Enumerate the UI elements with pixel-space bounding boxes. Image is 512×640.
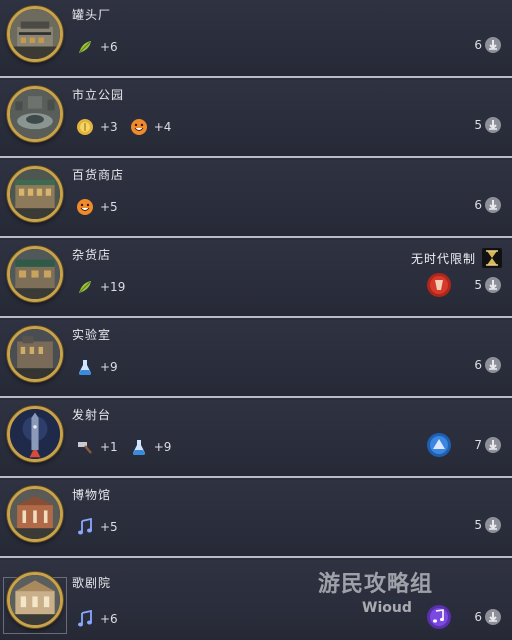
building-name: 百货商店 <box>72 168 125 182</box>
yield-value: +5 <box>100 200 118 214</box>
building-portrait <box>7 326 63 382</box>
yield-value: +6 <box>100 612 118 626</box>
building-name: 市立公园 <box>72 88 125 102</box>
yield-list: +5 <box>76 516 124 538</box>
building-name: 罐头厂 <box>72 8 112 22</box>
cost-value: 6 <box>474 198 482 212</box>
cost-icon <box>484 196 502 214</box>
cost-value: 5 <box>474 118 482 132</box>
yield-value: +4 <box>153 120 172 134</box>
building-portrait <box>7 86 63 142</box>
building-name: 杂货店 <box>72 248 112 262</box>
cost-icon <box>484 436 502 454</box>
building-name: 歌剧院 <box>72 576 112 590</box>
building-portrait <box>7 6 63 62</box>
food-icon <box>76 38 94 56</box>
yield-value: +5 <box>100 520 118 534</box>
science-icon <box>130 438 148 456</box>
building-row[interactable]: 实验室 +9 6 <box>0 320 512 398</box>
yield-list: +3 +4 <box>76 116 177 138</box>
cost-value: 6 <box>474 38 482 52</box>
cost-value: 6 <box>474 610 482 624</box>
purple-culture-badge <box>426 604 452 630</box>
food-icon <box>76 278 94 296</box>
cost-icon <box>484 516 502 534</box>
yield-list: +5 <box>76 196 124 218</box>
building-portrait <box>7 572 63 628</box>
gold-icon <box>76 118 94 136</box>
building-row[interactable]: 市立公园 +3 +4 5 <box>0 80 512 158</box>
yield-value: +19 <box>100 280 126 294</box>
building-row[interactable]: 歌剧院 +6 6 <box>0 560 512 640</box>
yield-value: +1 <box>100 440 118 454</box>
era-note: 无时代限制 <box>410 252 476 266</box>
yield-list: +19 <box>76 276 131 298</box>
cost-value: 5 <box>474 518 482 532</box>
yield-list: +9 <box>76 356 124 378</box>
science-icon <box>76 358 94 376</box>
hourglass-icon <box>482 248 502 268</box>
red-faction-badge <box>426 272 452 298</box>
cost-icon <box>484 276 502 294</box>
cost-value: 6 <box>474 358 482 372</box>
cost-icon <box>484 608 502 626</box>
building-name: 发射台 <box>72 408 112 422</box>
yield-list: +6 <box>76 36 124 58</box>
building-row[interactable]: 杂货店 无时代限制 +19 5 <box>0 240 512 318</box>
yield-value: +9 <box>153 440 172 454</box>
building-list: 罐头厂 +6 6 市立公园 +3 +4 5 百货商店 +5 6 杂货店 无时代限… <box>0 0 512 640</box>
happiness-icon <box>130 118 148 136</box>
building-portrait <box>7 246 63 302</box>
watermark: 游民攻略组 <box>318 572 434 597</box>
yield-value: +6 <box>100 40 118 54</box>
building-row[interactable]: 百货商店 +5 6 <box>0 160 512 238</box>
building-name: 博物馆 <box>72 488 112 502</box>
cost-value: 5 <box>474 278 482 292</box>
cost-icon <box>484 116 502 134</box>
building-row[interactable]: 博物馆 +5 5 <box>0 480 512 558</box>
culture-icon <box>76 518 94 536</box>
cost-icon <box>484 36 502 54</box>
building-portrait <box>7 406 63 462</box>
production-icon <box>76 438 94 456</box>
watermark-sub: Wioud <box>362 600 412 616</box>
building-name: 实验室 <box>72 328 112 342</box>
cost-value: 7 <box>474 438 482 452</box>
yield-list: +1 +9 <box>76 436 177 458</box>
cost-icon <box>484 356 502 374</box>
culture-icon <box>76 610 94 628</box>
building-row[interactable]: 发射台 +1 +9 7 <box>0 400 512 478</box>
yield-value: +9 <box>100 360 118 374</box>
yield-value: +3 <box>100 120 118 134</box>
building-portrait <box>7 166 63 222</box>
building-portrait <box>7 486 63 542</box>
building-row[interactable]: 罐头厂 +6 6 <box>0 0 512 78</box>
yield-list: +6 <box>76 608 124 630</box>
happiness-icon <box>76 198 94 216</box>
blue-faction-badge <box>426 432 452 458</box>
